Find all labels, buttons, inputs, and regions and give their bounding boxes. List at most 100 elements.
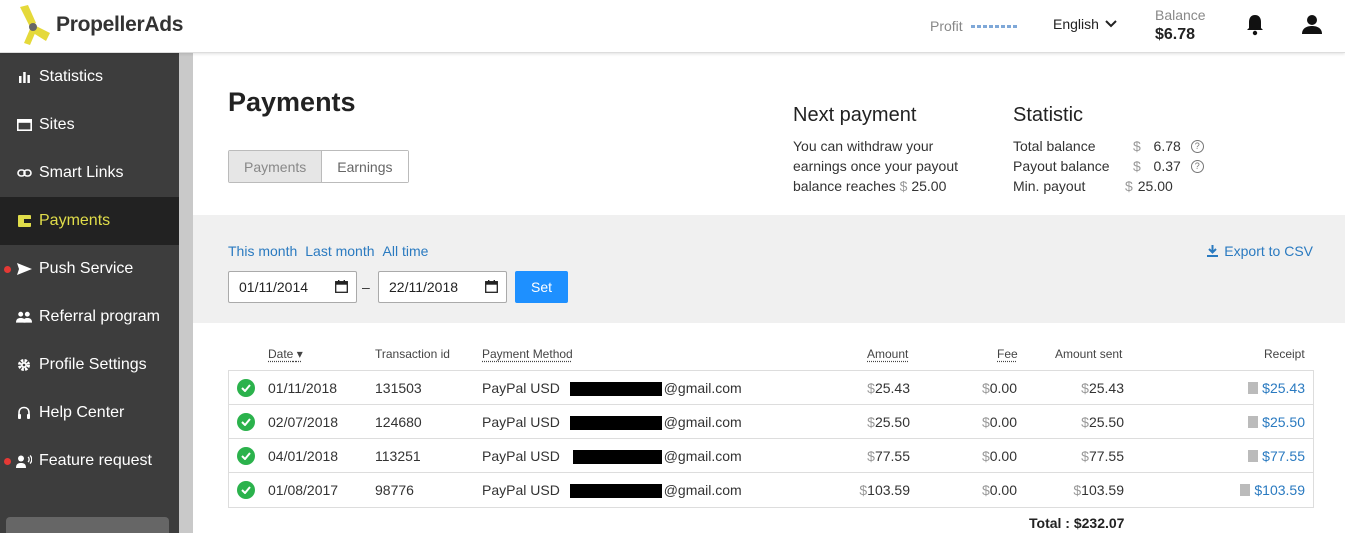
cell-date: 01/11/2018 <box>268 380 338 396</box>
method-name: PayPal USD <box>482 482 560 498</box>
sidebar-item-label: Push Service <box>39 260 134 277</box>
set-button[interactable]: Set <box>515 271 568 303</box>
currency-symbol: $ <box>981 448 990 464</box>
link-all-time[interactable]: All time <box>383 243 429 259</box>
cell-fee: $0.00 <box>969 414 1017 430</box>
fee-value: 0.00 <box>989 482 1017 498</box>
calendar-icon[interactable] <box>335 280 348 293</box>
sent-value: 103.59 <box>1081 482 1124 498</box>
notification-dot <box>4 265 11 273</box>
bell-icon[interactable] <box>1245 14 1265 41</box>
sidebar-footer-panel <box>6 517 169 533</box>
cell-amount: $25.43 <box>859 380 910 396</box>
profit-sparkline <box>970 24 1019 28</box>
currency-symbol: $ <box>867 380 875 396</box>
stat-value: 6.78 <box>1153 138 1181 154</box>
document-icon <box>1248 382 1259 394</box>
document-icon <box>1240 484 1251 496</box>
receipt-link[interactable]: $103.59 <box>1254 482 1305 498</box>
statistic-panel: Statistic Total balance $ 6.78 ? Payout … <box>1013 104 1233 196</box>
cell-receipt[interactable]: $103.59 <box>1240 482 1305 498</box>
people-icon <box>16 309 32 325</box>
cell-receipt[interactable]: $25.43 <box>1248 380 1305 396</box>
document-icon <box>1248 450 1259 462</box>
tab-payments[interactable]: Payments <box>229 151 323 182</box>
sidebar-item-sites[interactable]: Sites <box>0 101 179 149</box>
help-icon[interactable]: ? <box>1190 139 1204 153</box>
balance-value: $6.78 <box>1155 26 1196 43</box>
stat-value: 25.00 <box>1137 178 1173 194</box>
sidebar-scrollbar[interactable] <box>179 53 193 533</box>
cell-date: 02/07/2018 <box>268 414 339 430</box>
bar-chart-icon <box>16 69 32 85</box>
sidebar-item-payments[interactable]: Payments <box>0 197 179 245</box>
amount-value: 25.43 <box>874 380 910 396</box>
user-icon[interactable] <box>1301 14 1323 41</box>
export-csv-link[interactable]: Export to CSV <box>1207 243 1313 259</box>
column-header-fee[interactable]: Fee <box>997 347 1018 361</box>
method-name: PayPal USD <box>482 380 560 396</box>
cell-amount-sent: $25.43 <box>1059 380 1124 396</box>
date-to-input[interactable]: 22/11/2018 <box>378 271 507 303</box>
next-payment-line-text: balance reaches <box>793 178 896 194</box>
next-payment-amount: 25.00 <box>911 178 947 194</box>
currency-symbol: $ <box>1081 380 1089 396</box>
table-row: 01/11/2018 131503 PayPal USD @gmail.com … <box>229 371 1313 405</box>
sidebar-item-label: Smart Links <box>39 164 124 181</box>
sent-value: 77.55 <box>1088 448 1124 464</box>
calendar-icon[interactable] <box>485 280 498 293</box>
stat-row-payout-balance: Payout balance $ 0.37 ? <box>1013 156 1233 176</box>
table-row: 04/01/2018 113251 PayPal USD @gmail.com … <box>229 439 1313 473</box>
payments-table: 01/11/2018 131503 PayPal USD @gmail.com … <box>228 370 1314 508</box>
cell-amount-sent: $103.59 <box>1049 482 1124 498</box>
document-icon <box>1248 416 1259 428</box>
receipt-link[interactable]: $25.50 <box>1262 414 1305 430</box>
column-header-receipt: Receipt <box>1264 347 1305 361</box>
sidebar-item-profile-settings[interactable]: Profile Settings <box>0 341 179 389</box>
column-header-payment-method[interactable]: Payment Method <box>482 347 573 361</box>
balance-label: Balance <box>1155 7 1206 23</box>
tab-earnings[interactable]: Earnings <box>322 151 408 182</box>
sidebar: Statistics Sites Smart Links Payments Pu… <box>0 53 179 533</box>
sidebar-item-statistics[interactable]: Statistics <box>0 53 179 101</box>
cell-receipt[interactable]: $77.55 <box>1248 448 1305 464</box>
help-icon[interactable]: ? <box>1190 159 1204 173</box>
receipt-link[interactable]: $77.55 <box>1262 448 1305 464</box>
receipt-link[interactable]: $25.43 <box>1262 380 1305 396</box>
user-voice-icon <box>16 453 32 469</box>
headset-icon <box>16 405 32 421</box>
date-from-input[interactable]: 01/11/2014 <box>228 271 357 303</box>
check-circle-icon <box>237 447 255 465</box>
currency-symbol: $ <box>1133 158 1141 174</box>
link-this-month[interactable]: This month <box>228 243 297 259</box>
column-header-amount[interactable]: Amount <box>867 347 908 361</box>
quick-range-links: This month Last month All time <box>228 243 428 259</box>
email-suffix: @gmail.com <box>663 448 742 464</box>
sidebar-item-smart-links[interactable]: Smart Links <box>0 149 179 197</box>
sidebar-item-referral-program[interactable]: Referral program <box>0 293 179 341</box>
sidebar-item-feature-request[interactable]: Feature request <box>0 437 179 485</box>
language-select[interactable]: English <box>1053 16 1117 32</box>
sidebar-item-help-center[interactable]: Help Center <box>0 389 179 437</box>
send-icon <box>16 261 32 277</box>
link-last-month[interactable]: Last month <box>305 243 374 259</box>
cell-payment-method: PayPal USD @gmail.com <box>482 380 742 397</box>
sent-value: 25.50 <box>1088 414 1124 430</box>
redacted-email <box>569 416 662 431</box>
window-icon <box>16 117 32 133</box>
logo[interactable]: PropellerAds <box>16 5 183 45</box>
currency-symbol: $ <box>981 482 990 498</box>
cell-fee: $0.00 <box>969 448 1017 464</box>
stat-value: 0.37 <box>1153 158 1181 174</box>
cell-transaction-id: 131503 <box>375 380 422 396</box>
column-header-date[interactable]: Date ▾ <box>268 347 303 361</box>
method-name: PayPal USD <box>482 448 560 464</box>
cell-amount: $103.59 <box>849 482 910 498</box>
cell-receipt[interactable]: $25.50 <box>1248 414 1305 430</box>
method-name: PayPal USD <box>482 414 560 430</box>
email-suffix: @gmail.com <box>663 380 742 396</box>
profit-indicator[interactable]: Profit <box>930 18 1019 34</box>
chevron-down-icon <box>1105 20 1117 28</box>
cell-amount-sent: $25.50 <box>1059 414 1124 430</box>
sidebar-item-push-service[interactable]: Push Service <box>0 245 179 293</box>
